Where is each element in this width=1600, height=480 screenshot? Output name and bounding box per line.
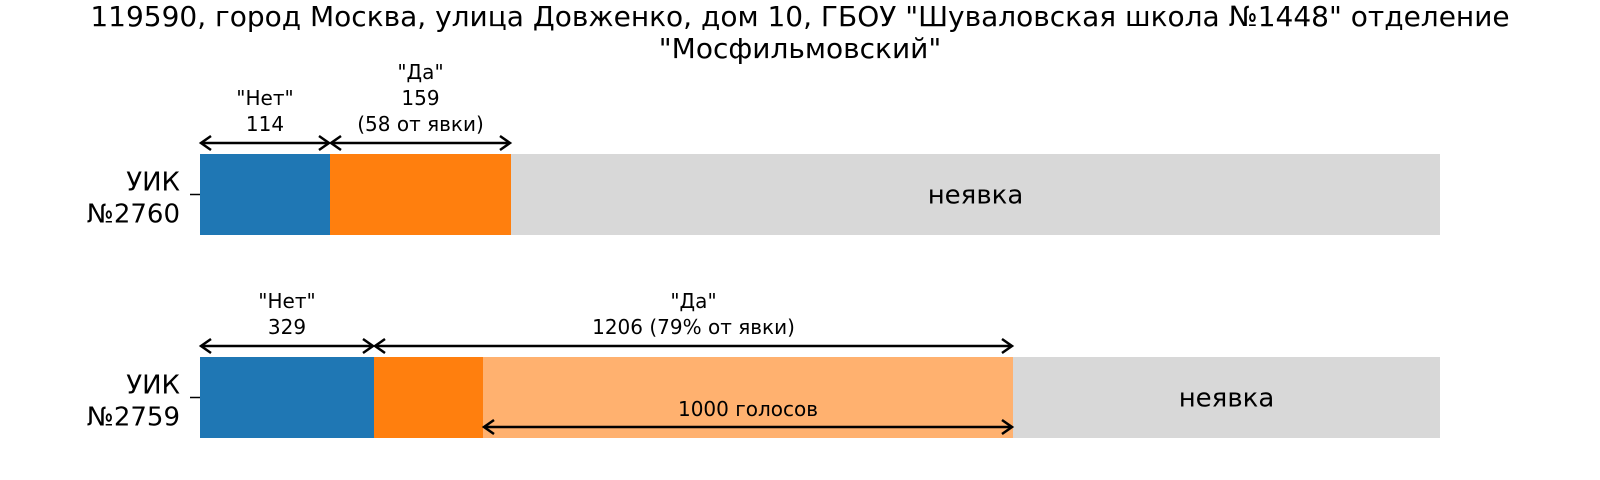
no-label-line-2: 329 xyxy=(268,315,306,339)
no-label-line-1: "Нет" xyxy=(258,289,315,313)
abstain-label: неявка xyxy=(928,181,1024,211)
no-label-line-2: 114 xyxy=(246,112,284,136)
bar-yes xyxy=(330,154,511,235)
yes-label-line-1: "Да" xyxy=(670,289,716,313)
yes-label-line-2: 1206 (79% от явки) xyxy=(592,315,795,339)
category-label-line-1: УИК xyxy=(126,168,180,198)
category-label-line-1: УИК xyxy=(126,371,180,401)
yes-label-line-3: (58 от явки) xyxy=(357,112,484,136)
yes-label-line-2: 159 xyxy=(401,86,439,110)
no-label-line-1: "Нет" xyxy=(236,86,293,110)
yes-label-line-1: "Да" xyxy=(397,60,443,84)
abstain-label: неявка xyxy=(1179,384,1275,414)
bar-no xyxy=(200,154,330,235)
bar-yes xyxy=(374,357,483,438)
chart: 119590, город Москва, улица Довженко, до… xyxy=(87,0,1510,438)
category-label-line-2: №2760 xyxy=(87,200,180,230)
chart-title: 119590, город Москва, улица Довженко, до… xyxy=(90,0,1509,65)
category-label-line-2: №2759 xyxy=(87,403,180,433)
bar-no xyxy=(200,357,374,438)
chart-title-line-2: "Мосфильмовский" xyxy=(659,32,941,65)
excess-label: 1000 голосов xyxy=(678,397,818,421)
chart-title-line-1: 119590, город Москва, улица Довженко, до… xyxy=(90,0,1509,33)
